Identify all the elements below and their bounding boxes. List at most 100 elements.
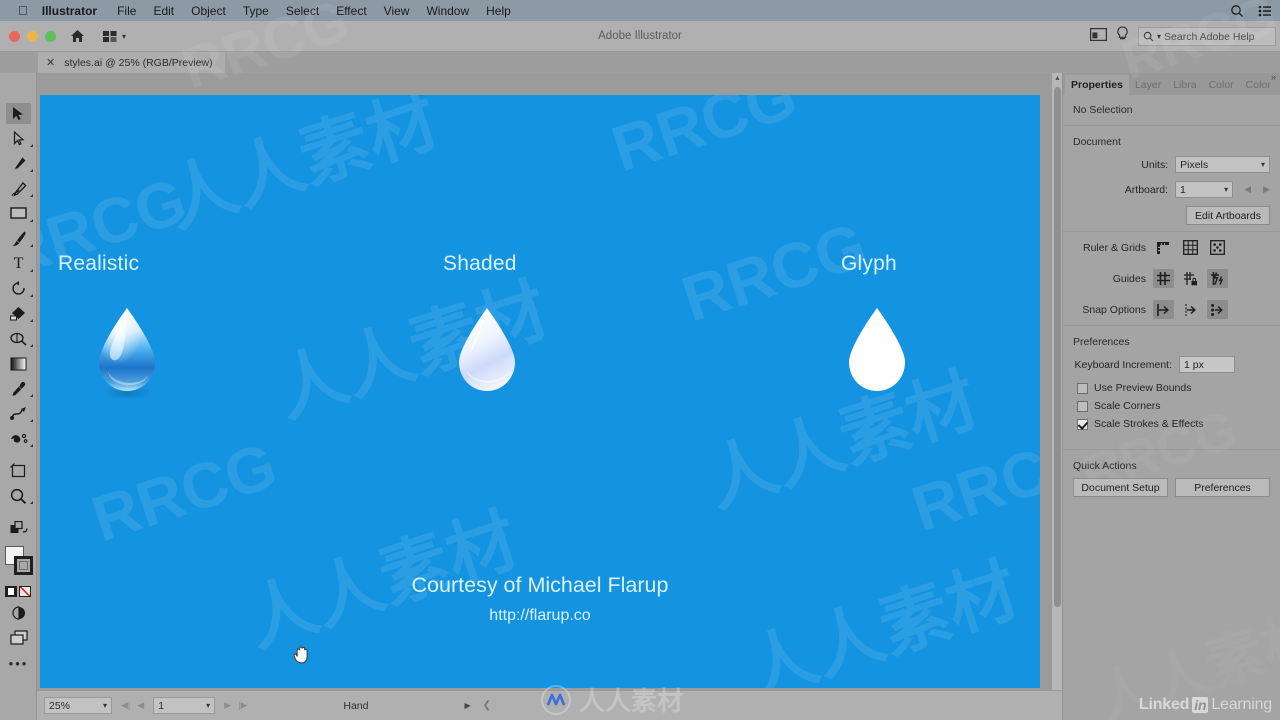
preferences-button[interactable]: Preferences — [1175, 478, 1270, 497]
tool-separator — [0, 508, 36, 515]
show-rulers-icon[interactable] — [1153, 238, 1174, 257]
none-swatch-icon[interactable] — [19, 586, 31, 597]
document-setup-button[interactable]: Document Setup — [1073, 478, 1168, 497]
edit-artboards-row: Edit Artboards — [1063, 204, 1280, 227]
snap-to-pixel-icon[interactable] — [1180, 300, 1201, 319]
menu-illustrator[interactable]: Illustrator — [42, 4, 97, 18]
droplet-realistic[interactable] — [92, 305, 162, 406]
lock-guides-icon[interactable] — [1180, 269, 1201, 288]
status-menu-icon[interactable]: ▶ — [464, 701, 470, 710]
menu-object[interactable]: Object — [191, 4, 226, 18]
status-resize-icon[interactable]: ❮ — [483, 700, 491, 711]
edit-toolbar-icon[interactable] — [0, 515, 37, 540]
search-adobe-help-input[interactable]: ▾ Search Adobe Help — [1138, 27, 1276, 46]
show-transparency-grid-icon[interactable] — [1207, 238, 1228, 257]
stroke-color-swatch[interactable] — [14, 556, 33, 575]
width-tool[interactable] — [0, 326, 37, 351]
discover-bulb-icon[interactable] — [1116, 26, 1129, 47]
menu-effect[interactable]: Effect — [336, 4, 366, 18]
prev-artboard-icon[interactable]: ◀ — [1244, 184, 1251, 195]
menu-help[interactable]: Help — [486, 4, 511, 18]
snap-options-row: Snap Options — [1063, 294, 1280, 325]
units-select[interactable]: Pixels ▾ — [1175, 156, 1270, 173]
blend-tool[interactable] — [0, 401, 37, 426]
zoom-level-select[interactable]: 25% ▾ — [44, 697, 112, 714]
artboard-nav-first-prev[interactable]: ◀| ◀ — [121, 700, 144, 711]
scale-corners-row[interactable]: Scale Corners — [1063, 397, 1280, 415]
artboard-nav-next-last[interactable]: ▶ |▶ — [224, 700, 247, 711]
artboard-1[interactable]: 人人素材 RRCG RRCG RRCG 人人素材 人人素材 RRCG RRCG … — [40, 95, 1040, 688]
menu-window[interactable]: Window — [426, 4, 469, 18]
rotate-tool[interactable] — [0, 276, 37, 301]
screen-mode-icon[interactable] — [1090, 27, 1108, 46]
artboard-tool[interactable] — [0, 458, 37, 483]
tab-libraries[interactable]: Libra — [1167, 75, 1202, 95]
droplet-shaded[interactable] — [452, 305, 522, 406]
screen-mode-toggle-icon[interactable] — [0, 625, 37, 650]
canvas-vertical-scrollbar[interactable]: ▲ — [1051, 73, 1062, 690]
scale-corners-checkbox[interactable] — [1077, 400, 1088, 412]
paintbrush-tool[interactable] — [0, 226, 37, 251]
use-preview-bounds-checkbox[interactable] — [1077, 382, 1088, 394]
menu-select[interactable]: Select — [286, 4, 319, 18]
scroll-up-icon[interactable]: ▲ — [1054, 75, 1061, 82]
control-center-icon[interactable] — [1258, 5, 1272, 17]
direct-selection-tool[interactable] — [0, 126, 37, 151]
keyboard-increment-input[interactable]: 1 px — [1179, 356, 1235, 373]
edit-artboards-button[interactable]: Edit Artboards — [1186, 206, 1270, 225]
fill-and-stroke-controls[interactable] — [0, 544, 37, 584]
smart-guides-icon[interactable] — [1207, 269, 1228, 288]
chevron-down-icon: ▾ — [102, 701, 107, 710]
artboard-select[interactable]: 1 ▾ — [1175, 181, 1234, 198]
apple-icon[interactable]:  — [18, 4, 28, 17]
droplet-glyph[interactable] — [842, 305, 912, 406]
linkedin-learning-logo: Linked in Learning — [1139, 696, 1272, 714]
artboard-stepper[interactable]: ◀ ▶ — [1244, 184, 1270, 195]
eyedropper-tool[interactable] — [0, 376, 37, 401]
next-artboard-icon[interactable]: ▶ — [224, 700, 231, 711]
type-tool[interactable]: T — [0, 251, 37, 276]
menu-type[interactable]: Type — [243, 4, 269, 18]
credit-line: Courtesy of Michael Flarup — [411, 573, 669, 597]
scale-strokes-effects-checkbox[interactable] — [1077, 418, 1088, 430]
menu-view[interactable]: View — [384, 4, 410, 18]
artboard-label-shaded: Shaded — [443, 252, 517, 275]
tab-properties[interactable]: Properties — [1065, 75, 1129, 95]
rectangle-tool[interactable] — [0, 201, 37, 226]
shape-builder-tool[interactable] — [0, 301, 37, 326]
show-grid-icon[interactable] — [1180, 238, 1201, 257]
document-tab-styles[interactable]: ✕ styles.ai @ 25% (RGB/Preview) — [38, 52, 225, 73]
tab-layers[interactable]: Layer — [1129, 75, 1167, 95]
gradient-tool[interactable] — [0, 351, 37, 376]
show-guides-icon[interactable] — [1153, 269, 1174, 288]
menu-edit[interactable]: Edit — [153, 4, 174, 18]
prev-artboard-icon[interactable]: ◀ — [137, 700, 144, 711]
tool-flyout-indicator — [30, 344, 33, 347]
artboard-number-select[interactable]: 1 ▾ — [153, 697, 216, 714]
drawing-modes-icon[interactable] — [0, 600, 37, 625]
symbol-sprayer-tool[interactable] — [0, 426, 37, 451]
menu-file[interactable]: File — [117, 4, 136, 18]
zoom-tool[interactable] — [0, 483, 37, 508]
color-swatch-icon[interactable] — [5, 586, 17, 597]
use-preview-bounds-row[interactable]: Use Preview Bounds — [1063, 379, 1280, 397]
scale-strokes-effects-row[interactable]: Scale Strokes & Effects — [1063, 415, 1280, 433]
first-artboard-icon[interactable]: ◀| — [121, 700, 130, 711]
selection-tool[interactable] — [0, 101, 37, 126]
snap-to-grid-icon[interactable] — [1153, 300, 1174, 319]
next-artboard-icon[interactable]: ▶ — [1263, 184, 1270, 195]
tab-color[interactable]: Color — [1203, 75, 1240, 95]
snap-to-point-icon[interactable] — [1207, 300, 1228, 319]
scrollbar-thumb[interactable] — [1054, 87, 1061, 607]
color-mode-controls[interactable] — [0, 584, 37, 600]
collapse-panel-icon[interactable]: » — [1271, 72, 1276, 82]
close-icon[interactable]: ✕ — [46, 56, 55, 69]
titlebar-right-tools: ▾ Search Adobe Help — [1090, 21, 1276, 52]
pen-tool[interactable] — [0, 151, 37, 176]
keyboard-increment-label: Keyboard Increment: — [1074, 358, 1172, 371]
last-artboard-icon[interactable]: |▶ — [238, 700, 247, 711]
more-tools-icon[interactable]: ••• — [0, 650, 37, 676]
curvature-tool[interactable] — [0, 176, 37, 201]
document-canvas[interactable]: 人人素材 RRCG RRCG RRCG 人人素材 人人素材 RRCG RRCG … — [37, 73, 1062, 690]
spotlight-search-icon[interactable] — [1230, 4, 1244, 18]
